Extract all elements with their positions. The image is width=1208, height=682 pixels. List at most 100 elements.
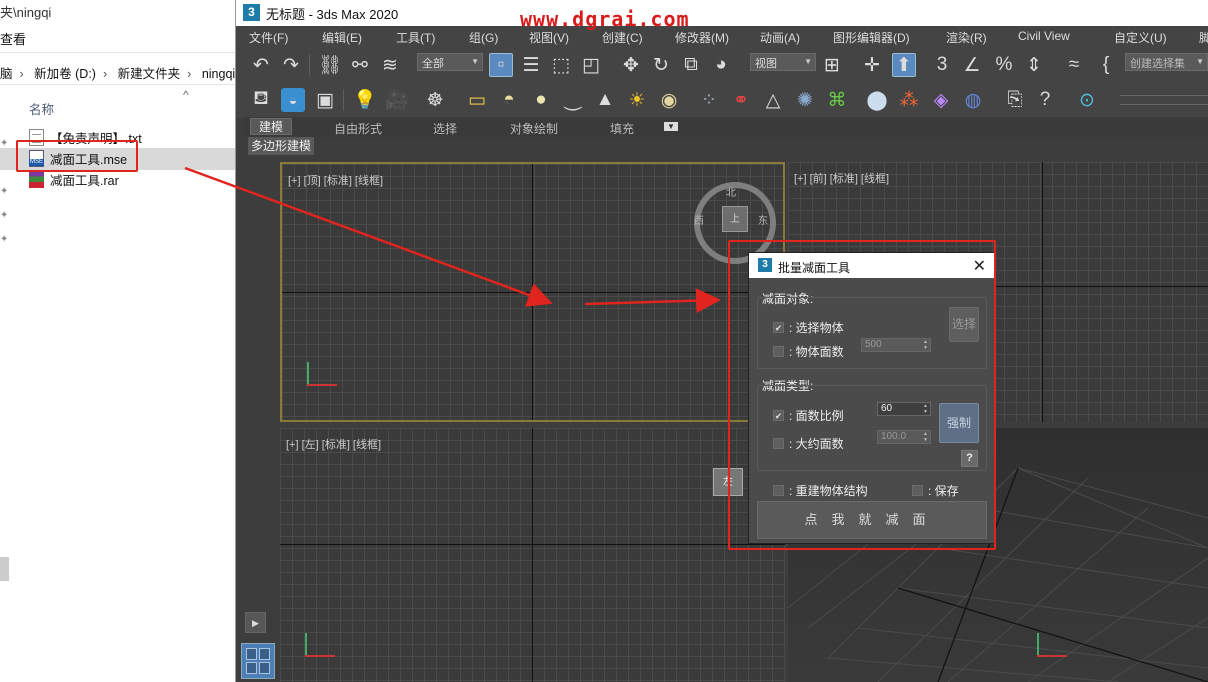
gear-sphere-icon[interactable]: ✺ <box>793 88 817 112</box>
render-setup-icon[interactable]: ◒ <box>281 88 305 112</box>
menu-graph-editors[interactable]: 图形编辑器(D) <box>833 29 910 46</box>
molecule-icon[interactable]: ⚭ <box>729 88 753 112</box>
pin-icon[interactable]: ✦ <box>0 210 8 234</box>
home-grid-z-axis <box>532 428 533 682</box>
viewport-layout-icon[interactable] <box>241 643 275 679</box>
menu-edit[interactable]: 编辑(E) <box>322 29 362 46</box>
menu-modifiers[interactable]: 修改器(M) <box>675 29 729 46</box>
move-icon[interactable]: ✥ <box>619 53 643 77</box>
divider <box>0 84 235 85</box>
undo-icon[interactable]: ↶ <box>249 53 273 77</box>
color-dots-icon[interactable]: ⁂ <box>897 88 921 112</box>
max-window: 3 无标题 - 3ds Max 2020 文件(F) 编辑(E) 工具(T) 组… <box>236 0 1208 682</box>
unlink-icon[interactable]: ⚯ <box>348 53 372 77</box>
spinner-snap-icon[interactable]: ⇕ <box>1022 53 1046 77</box>
cone-icon[interactable]: ▲ <box>593 88 617 112</box>
tab-selection[interactable]: 选择 <box>433 120 457 137</box>
redo-icon[interactable]: ↷ <box>279 53 303 77</box>
viewport-top[interactable]: [+] [顶] [标准] [线框] 上 北 西 东 <box>280 162 785 422</box>
plane-icon[interactable]: ▭ <box>465 88 489 112</box>
viewport-left[interactable]: [+] [左] [标准] [线框] 左 <box>280 428 785 682</box>
viewport-label[interactable]: [+] [前] [标准] [线框] <box>794 170 889 186</box>
place-icon[interactable]: ◕ <box>709 53 733 77</box>
column-header-name[interactable]: 名称 <box>29 99 54 118</box>
tab-modeling[interactable]: 建模 <box>250 118 293 135</box>
percent-snap-icon[interactable]: % <box>992 53 1016 77</box>
grass-icon[interactable]: ⌘ <box>825 88 849 112</box>
pivot-center-icon[interactable]: ⊞ <box>820 53 844 77</box>
helper-icon[interactable]: ☸ <box>423 88 447 112</box>
tab-object-paint[interactable]: 对象绘制 <box>510 120 558 137</box>
menu-tools[interactable]: 工具(T) <box>396 29 435 46</box>
link-icon[interactable]: ⛓ <box>318 53 342 77</box>
sun-icon[interactable]: ☀ <box>625 88 649 112</box>
menu-animation[interactable]: 动画(A) <box>760 29 800 46</box>
scale-icon[interactable]: ⧉ <box>679 53 703 77</box>
material-icon[interactable]: ◈ <box>929 88 953 112</box>
hemisphere-icon[interactable]: ◓ <box>497 88 521 112</box>
menu-civil-view[interactable]: Civil View <box>1018 29 1070 43</box>
breadcrumb-pc[interactable]: 脑 <box>0 67 13 81</box>
title-bar: 3 无标题 - 3ds Max 2020 <box>236 0 1208 26</box>
glossy-sphere-icon[interactable]: ⬤ <box>865 88 889 112</box>
select-manipulate-icon[interactable]: ✛ <box>860 53 884 77</box>
sort-up-icon[interactable]: ^ <box>183 88 189 102</box>
max-logo-icon: 3 <box>243 4 260 21</box>
camera-icon[interactable]: 🎥 <box>385 88 409 112</box>
help-icon[interactable]: ? <box>1033 88 1057 112</box>
viewcube-face[interactable]: 上 <box>722 206 748 232</box>
window-crossing-icon[interactable]: ◰ <box>579 53 603 77</box>
render-sphere-icon[interactable]: ◍ <box>961 88 985 112</box>
window-path: 夹\ningqi <box>0 5 52 20</box>
light-bulb-icon[interactable]: 💡 <box>353 88 377 112</box>
select-by-name-icon[interactable]: ☰ <box>519 53 543 77</box>
breadcrumb-drive[interactable]: 新加卷 (D:) <box>34 67 96 81</box>
viewport-label[interactable]: [+] [左] [标准] [线框] <box>286 436 381 452</box>
toolbar-handle[interactable] <box>1120 95 1208 105</box>
ribbon-options-icon[interactable]: ▼ <box>664 122 678 131</box>
menu-create[interactable]: 创建(C) <box>602 29 643 46</box>
rect-selection-icon[interactable]: ⬚ <box>549 53 573 77</box>
rendered-frame-window-icon[interactable]: ▣ <box>313 88 337 112</box>
dotted-circle-icon[interactable]: ⊙ <box>1075 88 1099 112</box>
menu-rendering[interactable]: 渲染(R) <box>946 29 987 46</box>
play-icon[interactable]: ▶ <box>245 612 266 633</box>
angle-snap-icon[interactable]: ∠ <box>960 53 984 77</box>
breadcrumb: 脑 › 新加卷 (D:) › 新建文件夹 › ningqi <box>0 63 235 82</box>
subtab-polygon-modeling[interactable]: 多边形建模 <box>248 137 314 155</box>
pin-icon[interactable]: ✦ <box>0 234 8 258</box>
named-selection-set-dropdown[interactable]: 创建选择集 <box>1125 53 1208 71</box>
bowl-icon[interactable]: ⏝ <box>561 88 585 112</box>
separator <box>309 54 310 76</box>
file-item[interactable]: 减面工具.rar <box>29 169 229 190</box>
view-menu[interactable]: 查看 <box>0 29 26 48</box>
keyboard-shortcut-override-icon[interactable]: ⬆ <box>892 53 916 77</box>
menu-group[interactable]: 组(G) <box>469 29 498 46</box>
tab-freeform[interactable]: 自由形式 <box>334 120 382 137</box>
reference-coord-dropdown[interactable]: 视图 <box>750 53 816 71</box>
tab-populate[interactable]: 填充 <box>610 120 634 137</box>
breadcrumb-folder[interactable]: 新建文件夹 <box>118 67 181 81</box>
curly-braces-icon[interactable]: { <box>1094 53 1118 77</box>
select-object-icon[interactable]: ▫ <box>489 53 513 77</box>
selection-filter-dropdown[interactable]: 全部 <box>417 53 483 71</box>
clipboard-icon[interactable]: ⎘ <box>1003 88 1027 112</box>
pyramid-icon[interactable]: △ <box>761 88 785 112</box>
disc-icon[interactable]: ◉ <box>657 88 681 112</box>
pin-icon[interactable]: ✦ <box>0 186 8 210</box>
bind-space-warp-icon[interactable]: ≋ <box>378 53 402 77</box>
scroll-marker <box>0 557 9 581</box>
menu-customize[interactable]: 自定义(U) <box>1114 29 1167 46</box>
menu-views[interactable]: 视图(V) <box>529 29 569 46</box>
grid-dots-icon[interactable]: ⁘ <box>697 88 721 112</box>
viewport-label[interactable]: [+] [顶] [标准] [线框] <box>288 172 383 188</box>
edit-named-selection-icon[interactable]: ≈ <box>1062 53 1086 77</box>
sphere-icon[interactable]: ● <box>529 88 553 112</box>
menu-file[interactable]: 文件(F) <box>249 29 288 46</box>
snaps-toggle-icon[interactable]: 3 <box>930 53 954 77</box>
teapot-icon[interactable]: ⛾ <box>249 88 273 112</box>
menu-scripting[interactable]: 脚 <box>1199 29 1208 46</box>
highlight-box-file <box>16 140 138 172</box>
breadcrumb-ningqi[interactable]: ningqi <box>202 67 235 81</box>
rotate-icon[interactable]: ↻ <box>649 53 673 77</box>
